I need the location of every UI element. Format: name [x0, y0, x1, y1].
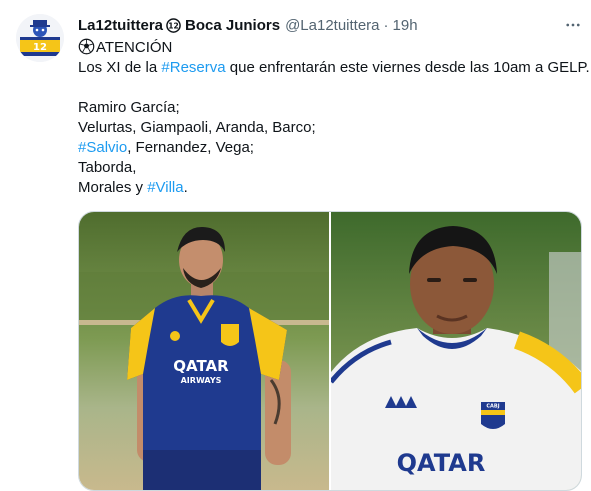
svg-text:12: 12 — [168, 21, 178, 30]
boca-crest-icon: 12 — [166, 17, 181, 33]
header-separator: · — [383, 16, 389, 34]
right-photo-crest: CABJ — [486, 404, 499, 410]
line7-suffix: . — [183, 179, 188, 196]
hashtag-reserva[interactable]: #Reserva — [161, 59, 225, 76]
hashtag-villa[interactable]: #Villa — [147, 179, 183, 196]
line2-prefix: Los XI de la — [78, 59, 162, 76]
tweet[interactable]: 12 La12tuittera 12 Boca Juniors @La12tui… — [0, 0, 591, 491]
tweet-line-7: Morales y #Villa. — [78, 178, 583, 198]
line2-suffix: que enfrentarán este viernes desde las 1… — [225, 59, 590, 76]
hashtag-salvio[interactable]: #Salvio — [78, 139, 127, 156]
more-options-icon[interactable] — [560, 12, 586, 38]
tweet-header: La12tuittera 12 Boca Juniors @La12tuitte… — [78, 14, 418, 36]
tweet-line-4: Velurtas, Giampaoli, Aranda, Barco; — [78, 119, 316, 136]
media-photo-left[interactable]: QATAR AIRWAYS — [79, 212, 329, 490]
tweet-line-2: Los XI de la #Reserva que enfrentarán es… — [78, 58, 590, 78]
tweet-line-5: #Salvio, Fernandez, Vega; — [78, 138, 583, 158]
left-photo-sponsor: QATAR — [173, 357, 229, 375]
avatar[interactable]: 12 — [16, 14, 64, 62]
tweet-timestamp[interactable]: 19h — [393, 17, 418, 34]
attention-word: ATENCIÓN — [96, 39, 173, 56]
left-photo-sponsor-sub: AIRWAYS — [181, 376, 222, 385]
avatar-number: 12 — [33, 42, 47, 53]
author-name[interactable]: La12tuittera — [78, 17, 163, 34]
tweet-line-6: Taborda, — [78, 159, 137, 176]
tweet-text: ATENCIÓN Los XI de la #Reserva que enfre… — [78, 38, 590, 198]
author-suffix[interactable]: Boca Juniors — [185, 17, 280, 34]
line5-suffix: , Fernandez, Vega; — [127, 139, 254, 156]
media-photo-right[interactable]: CABJ QATAR — [330, 212, 581, 490]
line7-prefix: Morales y — [78, 179, 148, 196]
author-handle[interactable]: @La12tuittera — [285, 17, 379, 34]
tweet-media: QATAR AIRWAYS CABJ QATAR — [78, 211, 582, 491]
right-photo-sponsor: QATAR — [397, 449, 486, 477]
tweet-line-1: ATENCIÓN — [78, 38, 583, 58]
tweet-line-3: Ramiro García; — [78, 99, 180, 116]
